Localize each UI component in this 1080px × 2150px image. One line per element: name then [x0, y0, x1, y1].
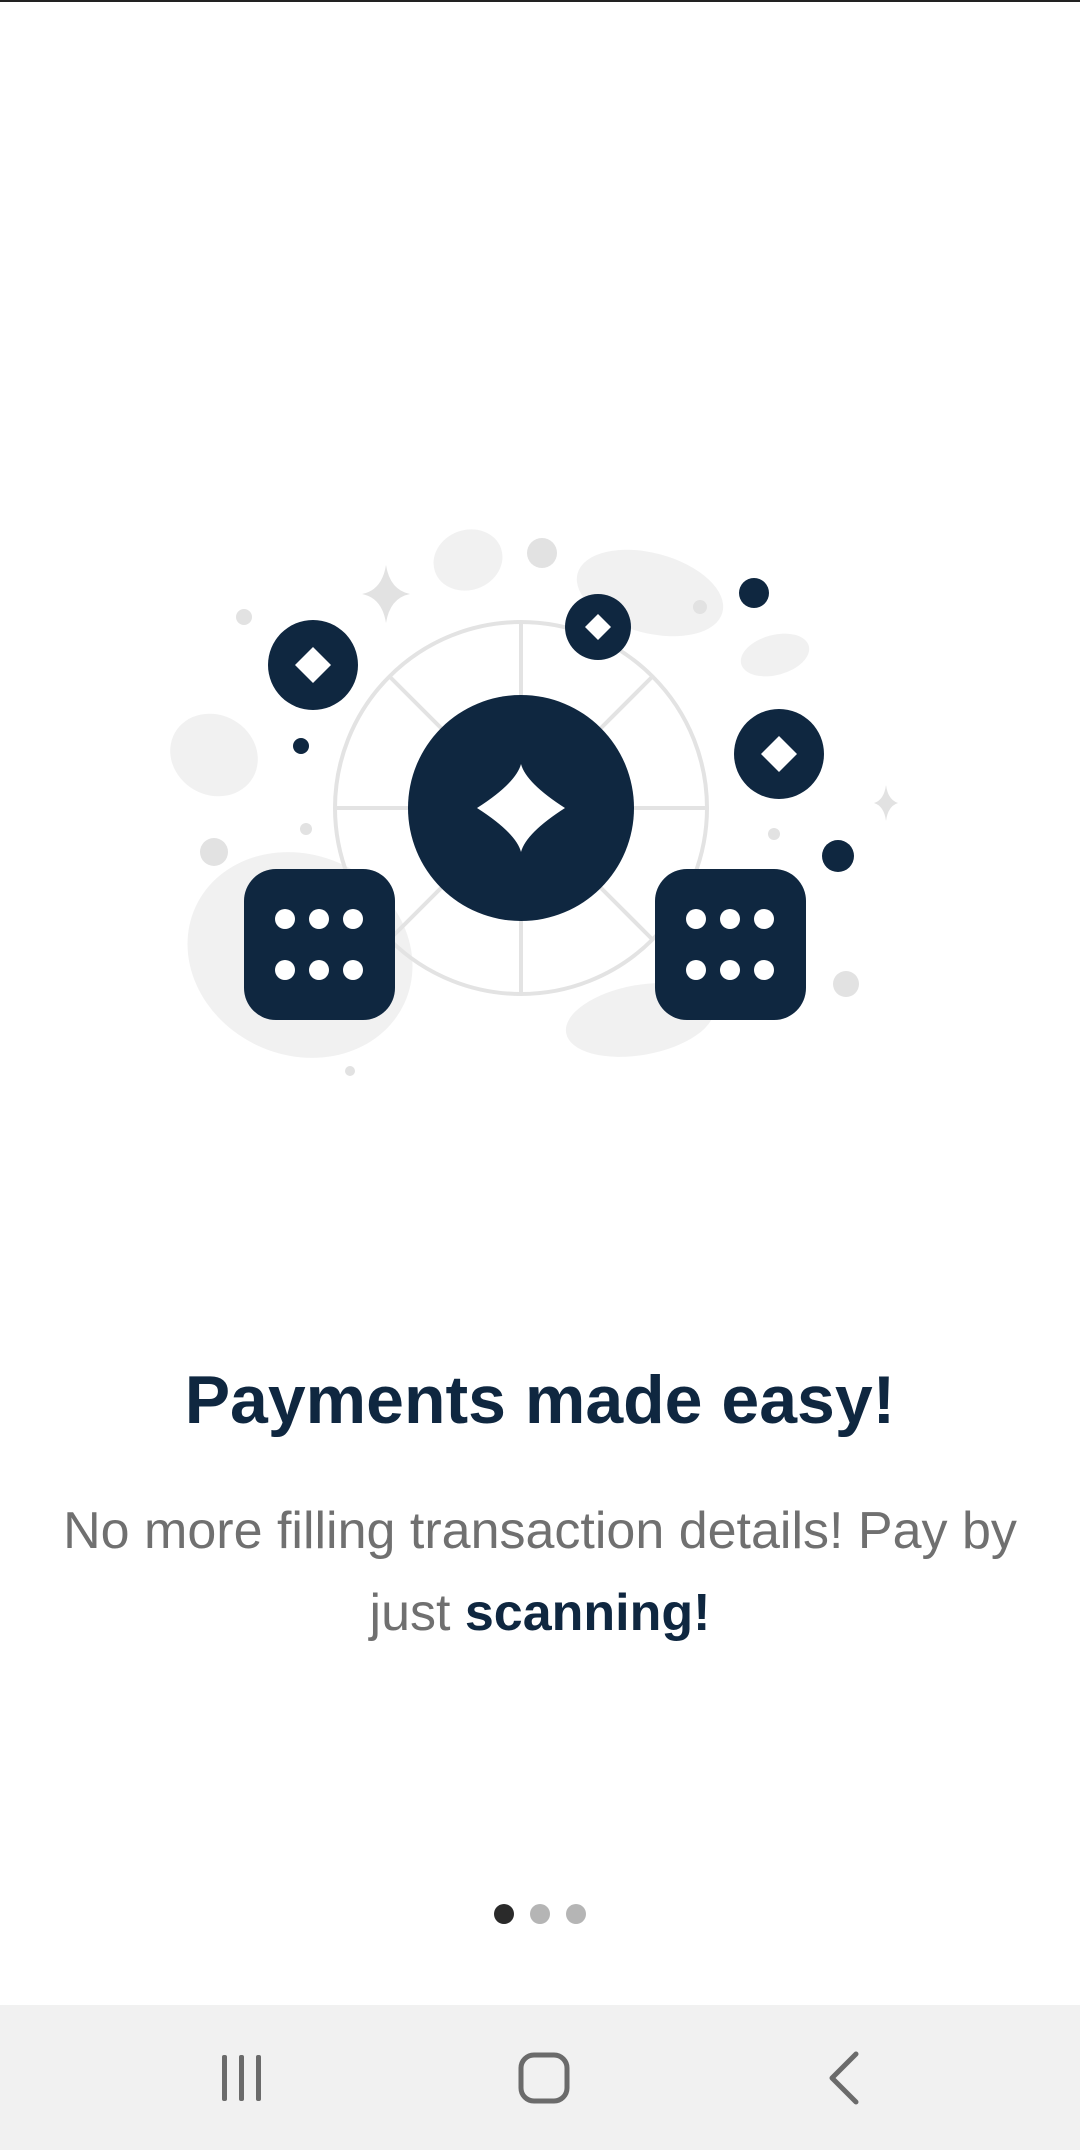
back-icon: [829, 2051, 859, 2104]
onboarding-screen: Payments made easy! No more filling tran…: [0, 0, 1080, 2150]
subtitle-emphasis: scanning!: [464, 1584, 711, 1642]
casino-chips-dice-icon: [170, 529, 898, 1076]
back-button[interactable]: [746, 2005, 946, 2150]
page-dot-1-active[interactable]: [494, 1904, 514, 1924]
page-dot-2[interactable]: [530, 1904, 550, 1924]
page-dot-3[interactable]: [566, 1904, 586, 1924]
recents-button[interactable]: [142, 2005, 342, 2150]
recents-icon: [222, 2054, 261, 2101]
onboarding-title: Payments made easy!: [184, 1362, 896, 1438]
onboarding-subtitle: No more filling transaction details! Pay…: [60, 1490, 1020, 1654]
home-icon: [518, 2052, 570, 2103]
system-navigation-bar: [0, 2005, 1080, 2150]
home-button[interactable]: [444, 2005, 644, 2150]
page-indicator: [0, 1902, 1080, 1926]
